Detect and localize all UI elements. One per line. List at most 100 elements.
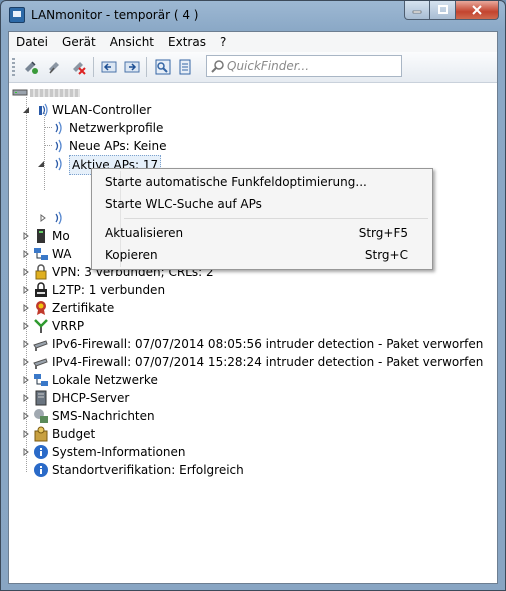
delete-device-icon — [73, 62, 86, 75]
sms-icon — [34, 409, 48, 423]
network-view-button[interactable] — [153, 57, 173, 77]
menu-item-label: Kopieren — [105, 248, 158, 262]
expand-arrow-icon — [23, 340, 29, 348]
expand-arrow-icon — [23, 376, 29, 384]
tree-label: L2TP: 1 verbunden — [52, 283, 166, 297]
menu-item-shortcut: Strg+F5 — [358, 226, 408, 240]
expand-arrow-icon — [23, 430, 29, 438]
expand-arrow-icon — [23, 286, 29, 294]
tree-item-lokale-netzwerke[interactable]: Lokale Netzwerke — [19, 371, 269, 389]
menu-item-kopieren[interactable]: Kopieren Strg+C — [96, 244, 426, 266]
minimize-icon — [412, 10, 422, 14]
add-device-button[interactable] — [21, 57, 41, 77]
device-tree[interactable]: WLAN-Controller Netzwerkprofile Neue APs… — [9, 83, 497, 583]
dhcp-server-icon — [35, 390, 47, 406]
app-icon — [9, 7, 25, 23]
close-button[interactable] — [456, 1, 499, 20]
search-placeholder: QuickFinder... — [227, 59, 310, 73]
tree-item-budget[interactable]: Budget — [19, 425, 269, 443]
tree-label: Zertifikate — [52, 301, 115, 315]
lock-icon — [35, 264, 47, 280]
menu-separator — [124, 218, 428, 219]
maximize-icon — [437, 5, 448, 14]
menu-item-funkfeldoptimierung[interactable]: Starte automatische Funkfeldoptimierung.… — [96, 171, 426, 193]
vrrp-icon — [34, 319, 48, 333]
tree-label: IPv4-Firewall: 07/07/2014 15:28:24 intru… — [52, 355, 484, 369]
tree-item-standortverifikation[interactable]: Standortverifikation: Erfolgreich — [19, 461, 269, 479]
quickfinder-search[interactable]: QuickFinder... — [206, 55, 402, 77]
tree-label: Netzwerkprofile — [69, 121, 164, 135]
info-icon — [34, 445, 48, 459]
router-icon — [12, 89, 28, 96]
menu-item-label: Starte WLC-Suche auf APs — [105, 197, 262, 211]
wlan-icon — [55, 157, 62, 171]
expand-arrow-icon — [23, 412, 29, 420]
title-bar[interactable]: LANmonitor - temporär ( 4 ) — [1, 1, 505, 31]
tree-item-dhcp[interactable]: DHCP-Server — [19, 389, 269, 407]
tree-item-neue-aps[interactable]: Neue APs: Keine — [52, 137, 252, 155]
menu-item-shortcut: Strg+C — [364, 248, 408, 262]
menu-item-wlc-suche[interactable]: Starte WLC-Suche auf APs — [96, 193, 426, 215]
toolbar-grip[interactable] — [12, 58, 15, 76]
expand-arrow-icon — [23, 304, 29, 312]
tree-label: WLAN-Controller — [52, 103, 152, 117]
search-icon — [211, 60, 224, 73]
collapse-button[interactable] — [99, 57, 119, 77]
maximize-button[interactable] — [430, 1, 456, 20]
l2tp-icon — [35, 282, 47, 297]
delete-device-button[interactable] — [69, 57, 89, 77]
list-view-button[interactable] — [175, 57, 195, 77]
close-icon — [472, 5, 482, 15]
menu-ansicht[interactable]: Ansicht — [103, 32, 161, 52]
tree-item-vrrp[interactable]: VRRP — [19, 317, 269, 335]
menu-datei[interactable]: Datei — [9, 32, 55, 52]
tree-label: VRRP — [52, 319, 85, 333]
tree-label: Lokale Netzwerke — [52, 373, 158, 387]
collapse-icon — [101, 61, 117, 73]
tree-item-system-info[interactable]: System-Informationen — [19, 443, 269, 461]
budget-icon — [34, 426, 48, 442]
wan-icon — [34, 248, 48, 260]
expand-button[interactable] — [122, 57, 142, 77]
collapse-arrow-icon — [23, 107, 29, 113]
tree-item-sms[interactable]: SMS-Nachrichten — [19, 407, 269, 425]
tree-label: Budget — [52, 427, 96, 441]
menu-geraet[interactable]: Gerät — [55, 32, 103, 52]
client-area: Datei Gerät Ansicht Extras ? QuickFinder… — [8, 31, 498, 584]
tree-label: Mo — [52, 229, 70, 243]
menu-item-label: Aktualisieren — [105, 226, 184, 240]
menu-extras[interactable]: Extras — [161, 32, 213, 52]
add-device-icon — [25, 61, 38, 74]
tree-label: System-Informationen — [52, 445, 186, 459]
context-menu: Starte automatische Funkfeldoptimierung.… — [91, 168, 433, 270]
window-title: LANmonitor - temporär ( 4 ) — [31, 8, 199, 22]
tree-label: DHCP-Server — [52, 391, 130, 405]
tree-item-l2tp[interactable]: L2TP: 1 verbunden — [19, 281, 269, 299]
tree-item-wlan-collapsed[interactable] — [37, 209, 97, 227]
tree-item-netzwerkprofile[interactable]: Netzwerkprofile — [52, 119, 252, 137]
minimize-button[interactable] — [404, 1, 430, 20]
tree-item-ipv6-firewall[interactable]: IPv6-Firewall: 07/07/2014 08:05:56 intru… — [19, 335, 483, 353]
collapse-arrow-icon — [38, 161, 44, 167]
edit-device-button[interactable] — [45, 57, 65, 77]
expand-arrow-icon — [23, 394, 29, 402]
menu-help[interactable]: ? — [213, 32, 233, 52]
tree-label: WA — [52, 247, 72, 261]
menu-item-label: Starte automatische Funkfeldoptimierung.… — [105, 175, 367, 189]
wlan-icon — [55, 121, 62, 135]
tree-line — [44, 113, 45, 190]
tree-item-zertifikate[interactable]: Zertifikate — [19, 299, 269, 317]
certificate-icon — [36, 301, 46, 315]
lan-icon — [34, 374, 48, 386]
menu-bar: Datei Gerät Ansicht Extras ? — [9, 32, 497, 53]
tree-line — [44, 127, 52, 128]
device-name-redacted — [30, 83, 80, 101]
expand-arrow-icon — [23, 358, 29, 366]
tree-label: IPv6-Firewall: 07/07/2014 08:05:56 intru… — [52, 337, 484, 351]
tree-item-wlan-controller[interactable]: WLAN-Controller — [19, 101, 219, 119]
wlan-icon — [39, 103, 48, 117]
modem-icon — [37, 229, 45, 243]
menu-item-aktualisieren[interactable]: Aktualisieren Strg+F5 — [96, 222, 426, 244]
tree-item-ipv4-firewall[interactable]: IPv4-Firewall: 07/07/2014 15:28:24 intru… — [19, 353, 483, 371]
list-view-icon — [179, 59, 191, 75]
